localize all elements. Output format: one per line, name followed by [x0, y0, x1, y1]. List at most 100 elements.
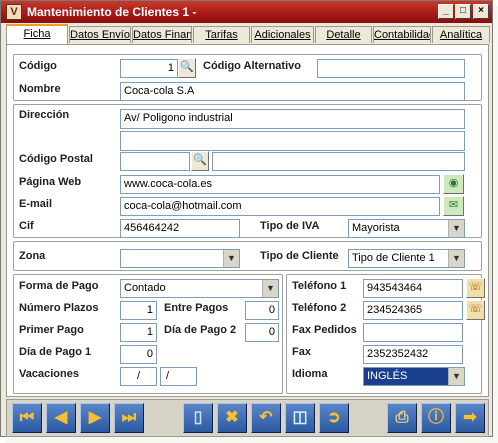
codigo-label: Código	[19, 60, 57, 72]
tab-tarifas[interactable]: Tarifas	[193, 26, 250, 43]
delete-record-button[interactable]: ✖	[217, 403, 247, 433]
vacaciones-start-field[interactable]: /	[120, 367, 157, 386]
next-record-button[interactable]: ▶	[80, 403, 110, 433]
codigo-search-button[interactable]: 🔍	[178, 58, 196, 78]
window-shadow	[6, 437, 498, 443]
export-icon: ➡	[463, 409, 477, 426]
info-icon: ⓘ	[427, 409, 444, 426]
mail-icon: ✉	[448, 199, 459, 211]
first-record-icon: ⏮	[19, 409, 35, 426]
cif-field[interactable]: 456464242	[120, 219, 240, 238]
fax-field[interactable]: 2352352432	[363, 345, 463, 364]
fax-label: Fax	[292, 346, 311, 358]
send-email-button[interactable]: ✉	[443, 196, 464, 216]
delete-icon: ✖	[225, 409, 239, 426]
chevron-down-icon[interactable]: ▼	[262, 280, 278, 297]
telefono-2-field[interactable]: 234524365	[363, 301, 463, 320]
chevron-down-icon[interactable]: ▼	[223, 250, 239, 267]
call-telefono-2-button[interactable]: ☏	[466, 300, 485, 320]
print-icon: ⎙	[395, 409, 409, 426]
forma-pago-select[interactable]: Contado ▼	[120, 279, 279, 298]
entre-pagos-field[interactable]: 0	[245, 301, 279, 320]
tab-analitica[interactable]: Analítica	[432, 26, 490, 43]
fax-pedidos-field[interactable]	[363, 323, 463, 342]
numero-plazos-field[interactable]: 1	[120, 301, 157, 320]
call-telefono-1-button[interactable]: ☏	[466, 278, 485, 298]
tab-contabilidad[interactable]: Contabilidad	[373, 26, 431, 43]
tab-detalle[interactable]: Detalle	[315, 26, 372, 43]
nombre-field[interactable]: Coca-cola S.A	[120, 82, 465, 101]
prev-record-button[interactable]: ◀	[46, 403, 76, 433]
magnifier-icon: 🔍	[193, 154, 207, 166]
prev-record-icon: ◀	[54, 409, 68, 426]
new-document-icon: ▯	[193, 409, 203, 426]
idioma-value: INGLÉS	[367, 370, 408, 382]
exit-button[interactable]: ➲	[319, 403, 349, 433]
tab-bar: Ficha Datos Envío Datos Finan Tarifas Ad…	[4, 24, 491, 44]
vacaciones-end-field[interactable]: /	[160, 367, 197, 386]
last-record-button[interactable]: ⏭	[114, 403, 144, 433]
minimize-button[interactable]: _	[438, 4, 454, 19]
save-button[interactable]: ◫	[285, 403, 315, 433]
zona-select[interactable]: ▼	[120, 249, 240, 268]
entre-pagos-label: Entre Pagos	[164, 302, 229, 314]
title-bar[interactable]: V Mantenimiento de Clientes 1 - _ □ ×	[1, 1, 492, 23]
dia-pago-1-label: Día de Pago 1	[19, 346, 92, 358]
forma-pago-label: Forma de Pago	[19, 280, 99, 292]
tipo-cliente-value: Tipo de Cliente 1	[352, 252, 435, 264]
phone-icon: ☏	[468, 303, 483, 315]
tipo-iva-select[interactable]: Mayorista ▼	[348, 219, 465, 238]
direccion-label: Dirección	[19, 109, 70, 121]
tab-adicionales[interactable]: Adicionales	[251, 26, 314, 43]
undo-icon: ↶	[259, 409, 273, 426]
primer-pago-field[interactable]: 1	[120, 323, 157, 342]
telefono-1-field[interactable]: 943543464	[363, 279, 463, 298]
chevron-down-icon[interactable]: ▼	[448, 250, 464, 267]
next-record-icon: ▶	[88, 409, 102, 426]
codigo-postal-field[interactable]	[120, 152, 190, 171]
main-window: V Mantenimiento de Clientes 1 - _ □ × Fi…	[0, 0, 493, 437]
ficha-panel: Código 1 🔍 Código Alternativo Nombre Coc…	[6, 44, 489, 397]
codigo-alternativo-label: Código Alternativo	[203, 60, 301, 72]
codigo-field[interactable]: 1	[120, 59, 178, 78]
window-title: Mantenimiento de Clientes 1 -	[27, 5, 197, 19]
last-record-icon: ⏭	[121, 409, 137, 426]
dia-pago-1-field[interactable]: 0	[120, 345, 157, 364]
open-website-button[interactable]: ◉	[443, 174, 464, 194]
chevron-down-icon[interactable]: ▼	[448, 220, 464, 237]
primer-pago-label: Primer Pago	[19, 324, 84, 336]
poblacion-field[interactable]	[212, 152, 465, 171]
idioma-select[interactable]: INGLÉS ▼	[363, 367, 465, 386]
email-field[interactable]: coca-cola@hotmail.com	[120, 197, 440, 216]
pagina-web-field[interactable]: www.coca-cola.es	[120, 175, 440, 194]
nombre-label: Nombre	[19, 83, 61, 95]
record-toolbar: ⏮ ◀ ▶ ⏭ ▯ ✖ ↶ ◫ ➲ ⎙ ⓘ ➡	[6, 399, 489, 437]
dia-pago-2-field[interactable]: 0	[245, 323, 279, 342]
email-label: E-mail	[19, 198, 53, 210]
maximize-button[interactable]: □	[455, 4, 471, 19]
new-record-button[interactable]: ▯	[183, 403, 213, 433]
tipo-cliente-label: Tipo de Cliente	[260, 250, 339, 262]
codigo-postal-search-button[interactable]: 🔍	[191, 151, 209, 171]
chevron-down-icon[interactable]: ▼	[448, 368, 464, 385]
tab-ficha[interactable]: Ficha	[6, 24, 68, 44]
export-button[interactable]: ➡	[455, 403, 485, 433]
forma-pago-value: Contado	[124, 282, 166, 294]
print-button[interactable]: ⎙	[387, 403, 417, 433]
dia-pago-2-label: Día de Pago 2	[164, 324, 237, 336]
tipo-cliente-select[interactable]: Tipo de Cliente 1 ▼	[348, 249, 465, 268]
first-record-button[interactable]: ⏮	[12, 403, 42, 433]
app-icon: V	[6, 4, 22, 20]
codigo-alternativo-field[interactable]	[317, 59, 465, 78]
direccion-field[interactable]: Av/ Poligono industrial	[120, 109, 465, 129]
vacaciones-label: Vacaciones	[19, 368, 79, 380]
cif-label: Cif	[19, 220, 34, 232]
direccion-field-2[interactable]	[120, 131, 465, 151]
tab-datos-financieros[interactable]: Datos Finan	[132, 26, 192, 43]
close-button[interactable]: ×	[473, 4, 489, 19]
tab-datos-envio[interactable]: Datos Envío	[69, 26, 131, 43]
save-icon: ◫	[292, 409, 308, 426]
info-button[interactable]: ⓘ	[421, 403, 451, 433]
undo-button[interactable]: ↶	[251, 403, 281, 433]
fax-pedidos-label: Fax Pedidos	[292, 324, 357, 336]
